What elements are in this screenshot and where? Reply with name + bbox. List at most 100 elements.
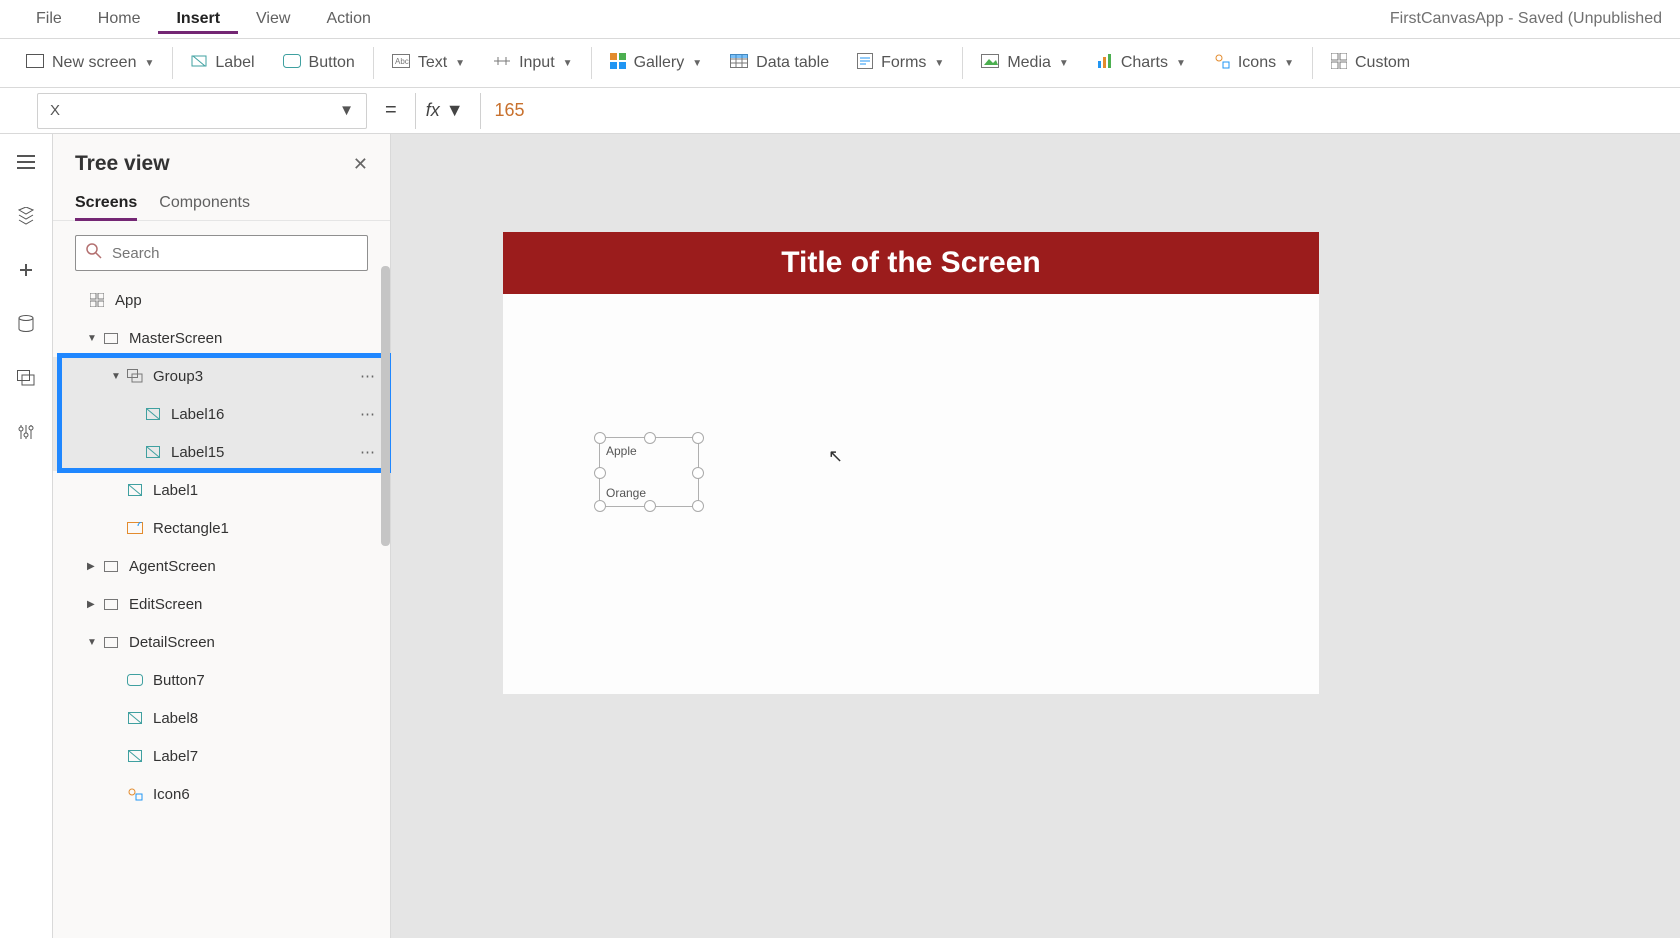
tree-item-agentscreen[interactable]: ▶ AgentScreen: [53, 547, 390, 585]
canvas-screen[interactable]: Title of the Screen Apple Orange: [503, 232, 1319, 694]
chevron-down-icon: ▼: [1176, 58, 1186, 69]
icons-button-label: Icons: [1238, 54, 1276, 72]
chevron-down-icon: ▼: [1284, 58, 1294, 69]
formula-input[interactable]: [481, 100, 1680, 121]
cursor-icon: ↖: [828, 446, 843, 467]
tree-item-rectangle1[interactable]: Rectangle1: [53, 509, 390, 547]
insert-pane-icon[interactable]: [10, 254, 42, 286]
resize-handle[interactable]: [644, 432, 656, 444]
menu-file[interactable]: File: [18, 4, 80, 34]
label-button-label: Label: [215, 54, 254, 72]
gallery-button[interactable]: Gallery ▼: [596, 39, 717, 87]
chevron-down-icon[interactable]: ▼: [111, 371, 125, 382]
text-button[interactable]: Abc Text ▼: [378, 39, 479, 87]
resize-handle[interactable]: [644, 500, 656, 512]
menu-action[interactable]: Action: [308, 4, 388, 34]
label-icon: [125, 484, 145, 496]
chevron-down-icon[interactable]: ▼: [87, 333, 101, 344]
tree-item-masterscreen[interactable]: ▼ MasterScreen: [53, 319, 390, 357]
fx-button[interactable]: fx ▼: [415, 93, 481, 129]
screen-icon: [101, 599, 121, 610]
more-icon[interactable]: ⋯: [360, 405, 376, 423]
custom-icon: [1331, 53, 1347, 74]
chevron-down-icon: ▼: [692, 58, 702, 69]
tree-label: Button7: [153, 672, 205, 689]
data-table-button[interactable]: Data table: [716, 39, 843, 87]
tree-label: Label7: [153, 748, 198, 765]
hamburger-icon[interactable]: [10, 146, 42, 178]
left-rail: [0, 134, 53, 938]
tree-view-panel: Tree view ✕ Screens Components App ▼ Mas…: [53, 134, 391, 938]
screen-icon: [26, 54, 44, 73]
resize-handle[interactable]: [692, 432, 704, 444]
tree-item-label15[interactable]: Label15 ⋯: [53, 433, 390, 471]
icons-button[interactable]: Icons ▼: [1200, 39, 1308, 87]
tree-label: Label16: [171, 406, 224, 423]
button-icon: [283, 54, 301, 73]
property-dropdown[interactable]: X ▼: [37, 93, 367, 129]
resize-handle[interactable]: [594, 432, 606, 444]
tree-item-label8[interactable]: Label8: [53, 699, 390, 737]
chevron-right-icon[interactable]: ▶: [87, 599, 101, 610]
scrollbar-thumb[interactable]: [381, 266, 390, 546]
chevron-down-icon: ▼: [563, 58, 573, 69]
custom-button[interactable]: Custom: [1317, 39, 1424, 87]
resize-handle[interactable]: [692, 467, 704, 479]
input-button[interactable]: Input ▼: [479, 39, 587, 87]
menu-home[interactable]: Home: [80, 4, 159, 34]
more-icon[interactable]: ⋯: [360, 367, 376, 385]
resize-handle[interactable]: [594, 467, 606, 479]
tree-item-app[interactable]: App: [53, 281, 390, 319]
menu-insert[interactable]: Insert: [158, 4, 238, 34]
tree-item-detailscreen[interactable]: ▼ DetailScreen: [53, 623, 390, 661]
tree-label: Label15: [171, 444, 224, 461]
search-input[interactable]: [112, 245, 357, 262]
button-icon: [125, 674, 145, 686]
tree-item-button7[interactable]: Button7: [53, 661, 390, 699]
advanced-tools-icon[interactable]: [10, 416, 42, 448]
tree-item-group3[interactable]: ▼ Group3 ⋯: [53, 357, 390, 395]
chevron-down-icon[interactable]: ▼: [87, 637, 101, 648]
data-icon[interactable]: [10, 308, 42, 340]
label-button[interactable]: Label: [177, 39, 268, 87]
tree-item-label7[interactable]: Label7: [53, 737, 390, 775]
tab-screens[interactable]: Screens: [75, 188, 137, 221]
selection-box[interactable]: Apple Orange: [599, 437, 699, 507]
tree-list[interactable]: App ▼ MasterScreen ▼ Group3 ⋯ Label16 ⋯: [53, 281, 390, 938]
tree-item-icon6[interactable]: Icon6: [53, 775, 390, 813]
forms-button[interactable]: Forms ▼: [843, 39, 958, 87]
tree-label: App: [115, 292, 142, 309]
canvas-area[interactable]: Title of the Screen Apple Orange ↖: [391, 134, 1680, 938]
property-label: X: [50, 102, 60, 119]
more-icon[interactable]: ⋯: [360, 443, 376, 461]
resize-handle[interactable]: [692, 500, 704, 512]
screen-title-bar[interactable]: Title of the Screen: [503, 232, 1319, 294]
resize-handle[interactable]: [594, 500, 606, 512]
tree-label: Group3: [153, 368, 203, 385]
new-screen-button[interactable]: New screen ▼: [12, 39, 168, 87]
label-icon: [125, 712, 145, 724]
label-icon: [143, 446, 163, 458]
media-button[interactable]: Media ▼: [967, 39, 1082, 87]
tree-item-label16[interactable]: Label16 ⋯: [53, 395, 390, 433]
tree-label: Label8: [153, 710, 198, 727]
group-text-orange: Orange: [606, 486, 646, 500]
close-icon[interactable]: ✕: [353, 154, 368, 175]
charts-button[interactable]: Charts ▼: [1083, 39, 1200, 87]
form-icon: [857, 53, 873, 74]
menu-view[interactable]: View: [238, 4, 308, 34]
formula-bar: X ▼ = fx ▼: [0, 88, 1680, 134]
tree-item-label1[interactable]: Label1: [53, 471, 390, 509]
tree-view-icon[interactable]: [0, 200, 36, 232]
media-pane-icon[interactable]: [10, 362, 42, 394]
chevron-right-icon[interactable]: ▶: [87, 561, 101, 572]
tab-components[interactable]: Components: [159, 188, 250, 220]
chevron-down-icon: ▼: [144, 58, 154, 69]
button-button[interactable]: Button: [269, 39, 369, 87]
gallery-button-label: Gallery: [634, 54, 685, 72]
tree-item-editscreen[interactable]: ▶ EditScreen: [53, 585, 390, 623]
button-button-label: Button: [309, 54, 355, 72]
search-box[interactable]: [75, 235, 368, 271]
chevron-down-icon: ▼: [455, 58, 465, 69]
chevron-down-icon: ▼: [446, 100, 464, 121]
